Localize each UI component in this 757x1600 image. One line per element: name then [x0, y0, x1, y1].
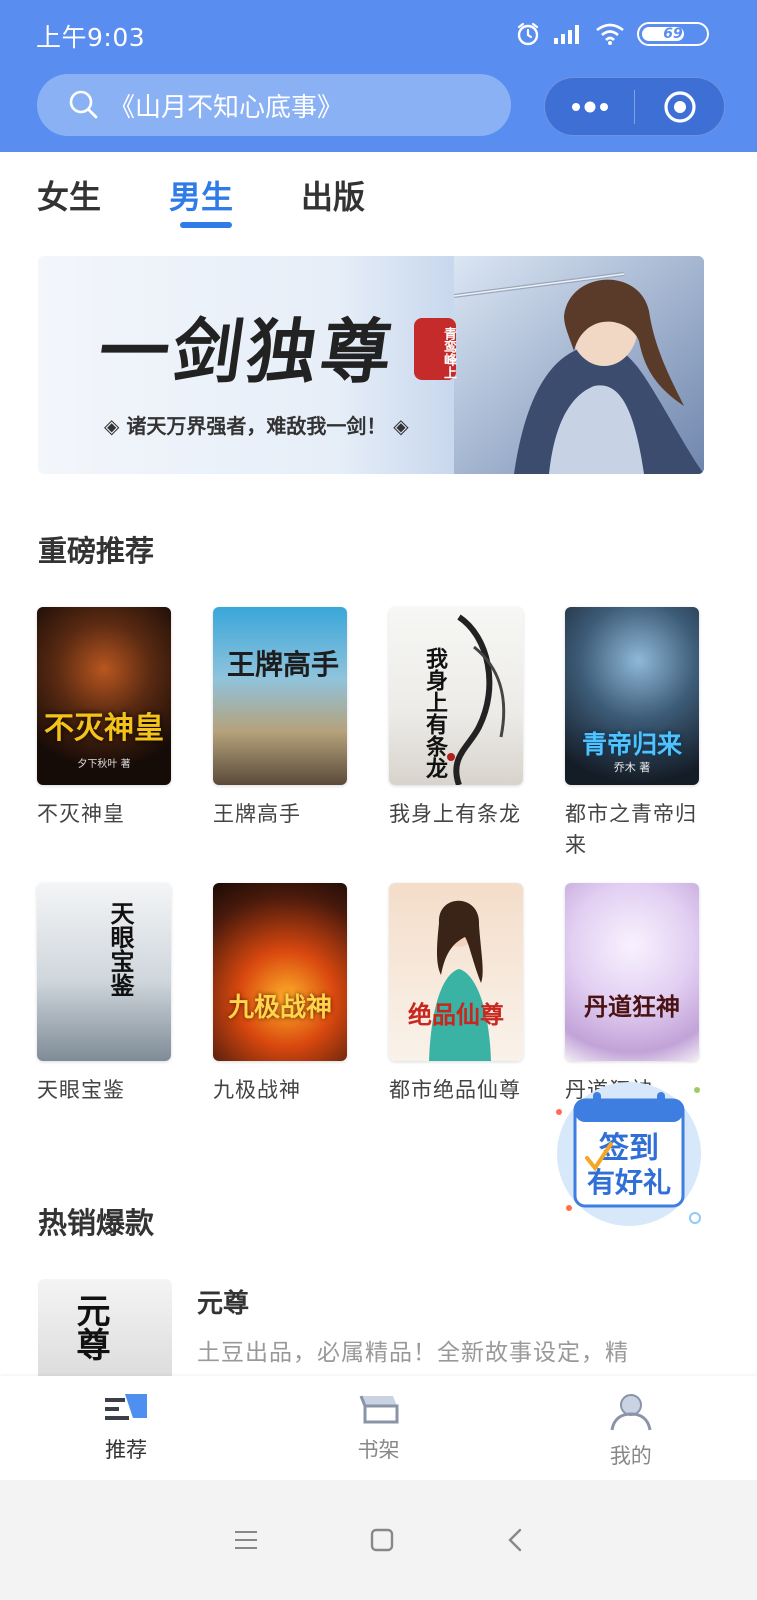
banner-hero-illustration	[454, 256, 704, 474]
cover-title: 青帝归来	[581, 730, 682, 759]
bottom-tabbar: 推荐 书架 我的	[0, 1376, 757, 1480]
calendar-gift-icon: 签到 有好礼	[556, 1082, 701, 1226]
recommend-icon	[105, 1394, 148, 1420]
tabbar-label: 我的	[609, 1444, 652, 1468]
book-card[interactable]: 绝品仙尊 都市绝品仙尊	[389, 883, 525, 1106]
book-name: 天眼宝鉴	[37, 1078, 125, 1102]
ink-dragon-illustration	[447, 614, 506, 785]
more-dots-icon	[571, 101, 608, 112]
battery-icon: 69	[637, 22, 709, 46]
tab-female[interactable]: 女生	[37, 172, 101, 218]
book-card[interactable]: 丹道狂神 丹道狂神	[565, 883, 701, 1106]
book-card[interactable]: 王牌高手 王牌高手	[213, 607, 349, 830]
diamond-icon: ◈	[104, 414, 127, 438]
menu-icon[interactable]	[233, 1529, 259, 1551]
cover-title: 我身上有条龙	[422, 647, 448, 779]
cover-title: 九极战神	[227, 993, 332, 1023]
cover-title: 不灭神皇	[44, 711, 164, 746]
tabbar-recommend[interactable]: 推荐	[0, 1376, 252, 1480]
book-name: 都市之青帝归来	[565, 802, 697, 857]
cover-title: 丹道狂神	[584, 992, 680, 1021]
wifi-icon	[596, 23, 624, 45]
book-card[interactable]: 天眼宝鉴 天眼宝鉴	[37, 883, 173, 1106]
book-cover: 我身上有条龙	[389, 607, 523, 785]
target-icon	[663, 90, 696, 123]
cover-author: 乔木 著	[613, 761, 651, 774]
book-card[interactable]: 青帝归来 乔木 著 都市之青帝归来	[565, 607, 701, 861]
bookshelf-icon	[360, 1395, 399, 1424]
cover-title: 天眼宝鉴	[106, 901, 135, 997]
book-cover: 王牌高手	[213, 607, 347, 785]
heroine-illustration	[429, 900, 491, 1061]
tabbar-bookshelf[interactable]: 书架	[252, 1376, 504, 1480]
search-input[interactable]: 《山月不知心底事》	[37, 74, 511, 136]
profile-icon	[610, 1394, 652, 1431]
hot-list-item[interactable]: 元尊 元尊 土豆出品，必属精品！全新故事设定，精	[38, 1279, 718, 1379]
search-icon	[69, 90, 98, 119]
book-card[interactable]: 我身上有条龙 我身上有条龙	[389, 607, 525, 830]
book-cover: 丹道狂神	[565, 883, 699, 1061]
book-cover: 九极战神	[213, 883, 347, 1061]
book-cover: 青帝归来 乔木 著	[565, 607, 699, 785]
battery-level: 69	[663, 26, 683, 42]
section-title-recommend: 重磅推荐	[38, 534, 155, 568]
book-name: 都市绝品仙尊	[389, 1078, 521, 1102]
book-cover: 绝品仙尊	[389, 883, 523, 1061]
book-cover: 不灭神皇 夕下秋叶 著	[37, 607, 171, 785]
category-tabs: 女生 男生 出版	[37, 172, 433, 218]
promo-banner[interactable]: 一剑独尊 青鸾峰上 ◈ 诸天万界强者，难敌我一剑！ ◈	[38, 256, 704, 474]
book-card[interactable]: 不灭神皇 夕下秋叶 著 不灭神皇	[37, 607, 173, 830]
back-icon[interactable]	[505, 1527, 525, 1553]
banner-slogan: ◈ 诸天万界强者，难敌我一剑！ ◈	[104, 410, 409, 439]
signin-line2: 有好礼	[587, 1166, 671, 1199]
cover-title: 绝品仙尊	[408, 1000, 504, 1029]
cover-title: 王牌高手	[227, 648, 340, 681]
cover-title: 元尊	[70, 1293, 110, 1361]
book-name: 王牌高手	[213, 802, 301, 826]
tabbar-profile[interactable]: 我的	[505, 1376, 757, 1480]
more-button[interactable]	[545, 78, 634, 135]
status-time: 上午9:03	[36, 23, 146, 52]
tabbar-label: 书架	[357, 1438, 400, 1462]
signin-gift-button[interactable]: 签到 有好礼	[553, 1080, 705, 1228]
banner-slogan-text: 诸天万界强者，难敌我一剑！	[126, 414, 387, 438]
banner-seal: 青鸾峰上	[414, 318, 456, 380]
top-header: 上午9:03 69 《山月不知心底事》	[0, 0, 757, 152]
system-navigation-bar	[0, 1480, 757, 1600]
tab-male[interactable]: 男生	[169, 172, 233, 218]
search-text: 《山月不知心底事》	[109, 92, 344, 123]
book-cover: 天眼宝鉴	[37, 883, 171, 1061]
alarm-icon	[517, 22, 539, 46]
signal-icon	[554, 25, 579, 44]
book-name: 不灭神皇	[37, 802, 125, 826]
tabbar-label: 推荐	[105, 1438, 148, 1462]
active-tab-indicator	[180, 222, 232, 228]
book-card[interactable]: 九极战神 九极战神	[213, 883, 349, 1106]
book-name: 九极战神	[213, 1078, 301, 1102]
section-title-hot: 热销爆款	[38, 1206, 155, 1240]
status-icons: 69	[515, 18, 709, 50]
close-miniprogram-button[interactable]	[635, 78, 724, 135]
home-icon[interactable]	[369, 1527, 395, 1553]
tab-publish[interactable]: 出版	[301, 172, 365, 218]
book-cover: 元尊	[38, 1279, 172, 1379]
hot-item-title: 元尊	[197, 1289, 250, 1319]
banner-title: 一剑独尊	[93, 310, 402, 393]
miniprogram-capsule	[544, 77, 725, 136]
hot-item-desc: 土豆出品，必属精品！全新故事设定，精	[197, 1340, 629, 1366]
diamond-icon: ◈	[386, 414, 409, 438]
book-name: 我身上有条龙	[389, 802, 521, 826]
cover-author: 夕下秋叶 著	[77, 759, 131, 770]
